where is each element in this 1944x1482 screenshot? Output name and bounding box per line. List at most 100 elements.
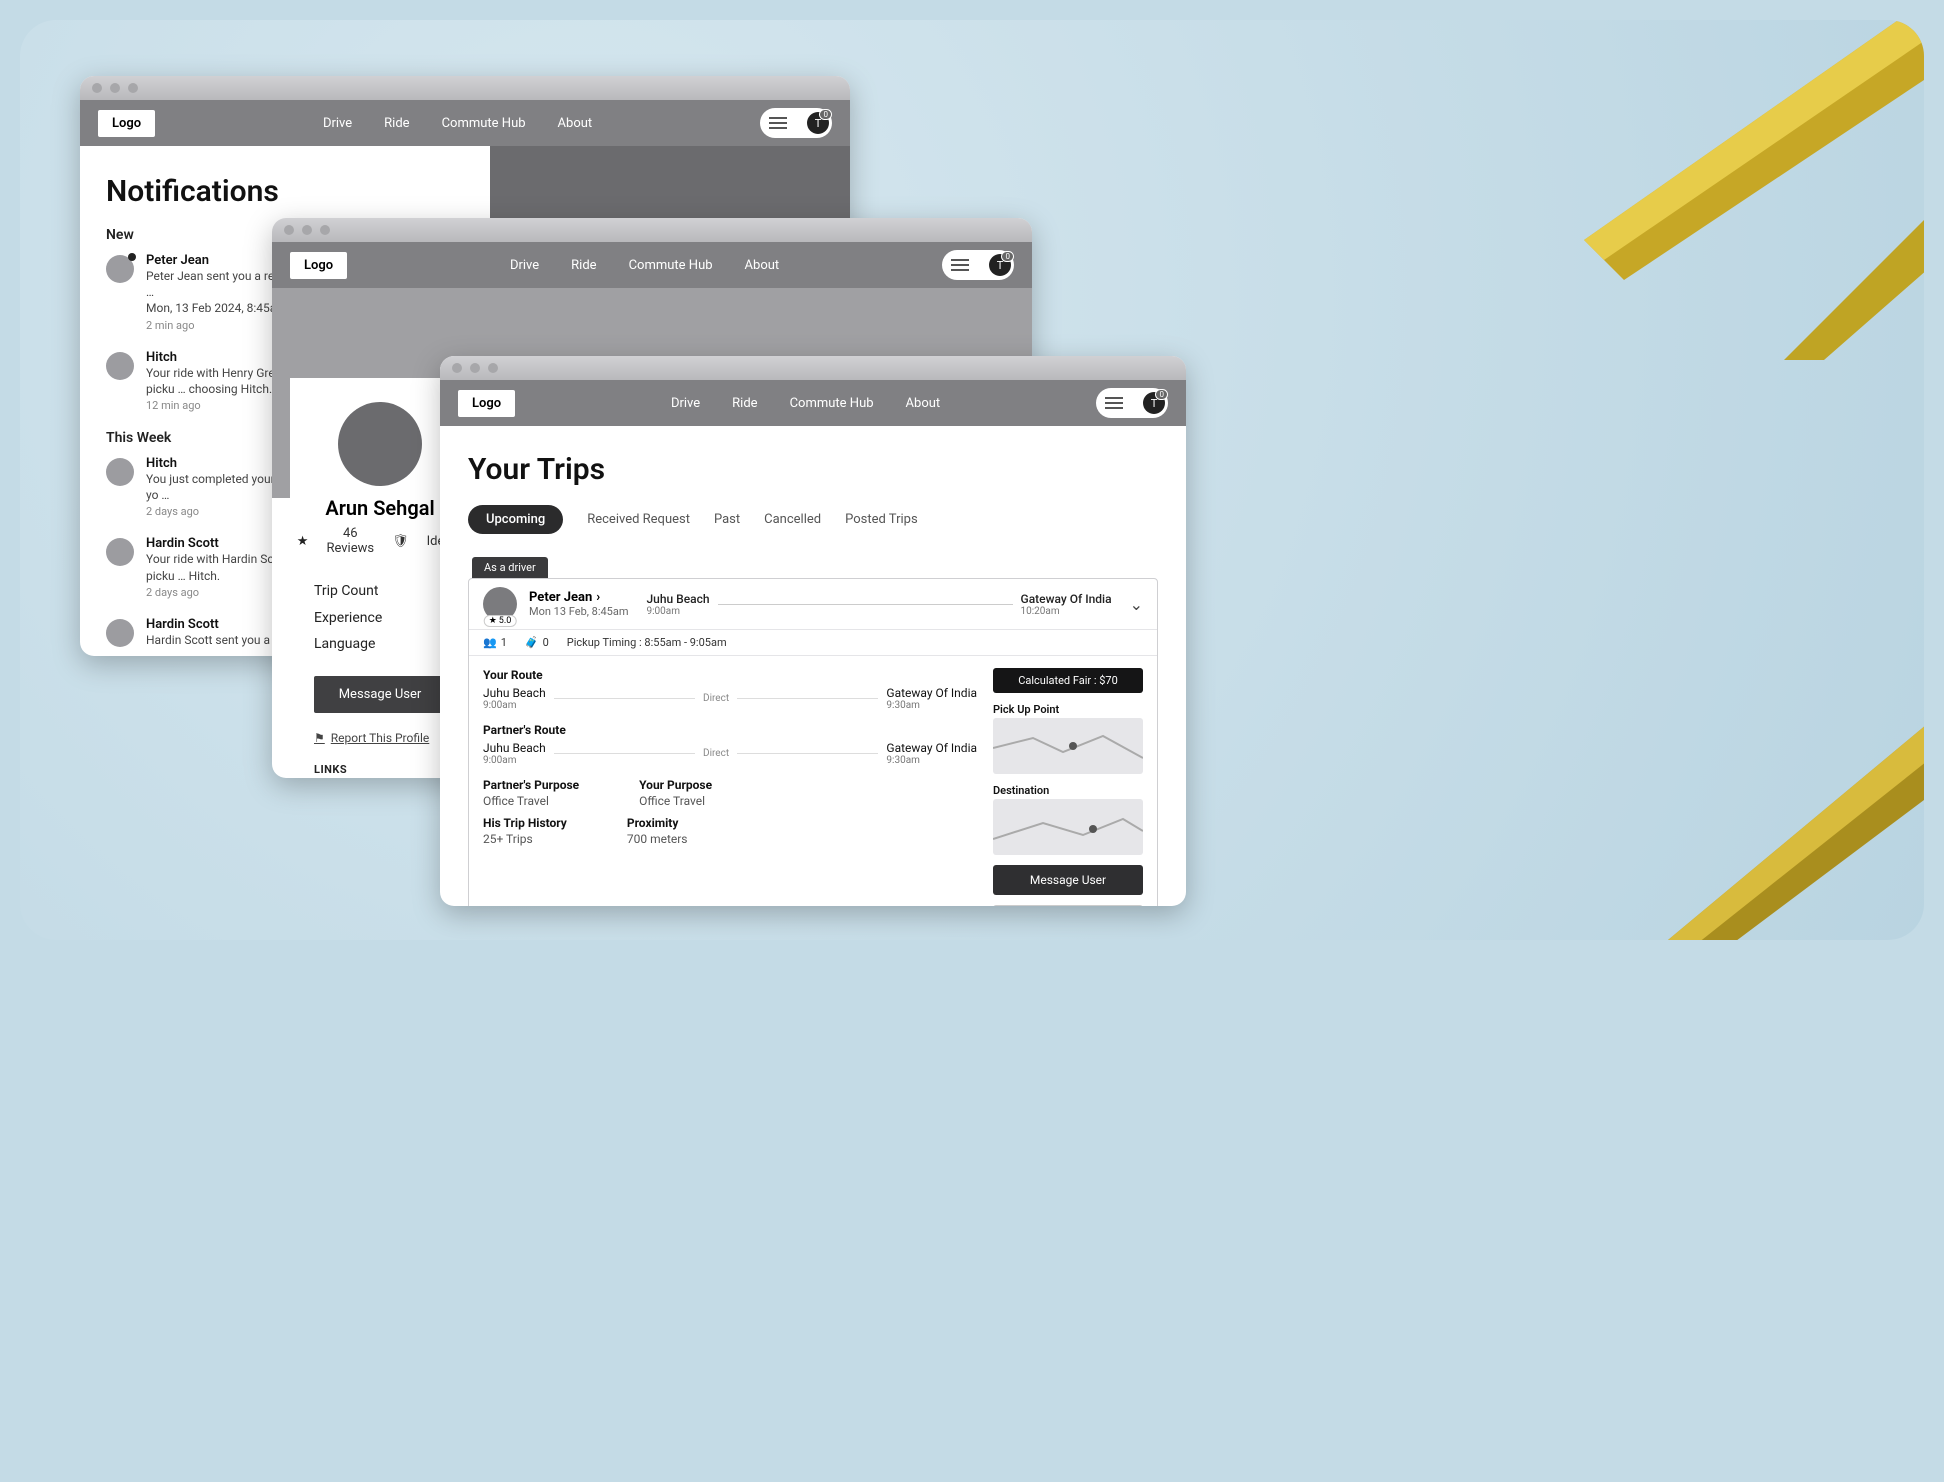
partner-purpose: Office Travel [483,794,579,808]
top-nav: Logo Drive Ride Commute Hub About T0 [272,242,1032,288]
avatar-icon [106,619,134,647]
menu-icon [1105,402,1123,404]
avatar-icon [106,538,134,566]
traffic-light-icon [284,225,294,235]
message-user-button[interactable]: Message User [314,676,446,713]
avatar-icon [106,255,134,283]
cancel-ride-button[interactable]: Cancel Ride↖ [993,905,1143,906]
your-route-label: Your Route [483,668,977,682]
traffic-light-icon [128,83,138,93]
nav-link-about[interactable]: About [558,116,593,131]
account-pill[interactable]: T0 [1096,388,1168,418]
nav-link-ride[interactable]: Ride [571,258,596,273]
logo[interactable]: Logo [290,252,347,279]
proximity: 700 meters [627,832,688,846]
window-titlebar [80,76,850,100]
route-to: Gateway Of India [886,741,977,755]
trip-avatar: ★5.0 [483,587,517,621]
traffic-light-icon [488,363,498,373]
trip-history: 25+ Trips [483,832,567,846]
pickup-timing: Pickup Timing : 8:55am - 9:05am [567,636,727,649]
nav-link-ride[interactable]: Ride [732,396,757,411]
tab-upcoming[interactable]: Upcoming [468,505,563,534]
trip-datetime: Mon 13 Feb, 8:45am [529,605,628,618]
bag-icon: 🧳 [525,636,539,649]
traffic-light-icon [92,83,102,93]
nav-link-drive[interactable]: Drive [323,116,352,131]
traffic-light-icon [470,363,480,373]
nav-links: Drive Ride Commute Hub About [323,116,592,131]
flag-icon: ⚑ [314,731,325,745]
logo[interactable]: Logo [98,110,155,137]
decorative-leaf-icon [1584,660,1924,940]
nav-link-drive[interactable]: Drive [671,396,700,411]
nav-link-about[interactable]: About [906,396,941,411]
tab-cancelled[interactable]: Cancelled [764,512,821,527]
route-to: Gateway Of India [886,686,977,700]
route-to-time: 9:30am [886,700,977,711]
route-from-time: 9:00am [483,755,546,766]
fact-experience: Experience [314,605,446,632]
profile-name: Arun Sehgal [314,496,446,520]
traffic-light-icon [452,363,462,373]
report-profile-link[interactable]: ⚑ Report This Profile [314,731,446,745]
trip-tabs: Upcoming Received Request Past Cancelled… [468,505,1158,534]
calculated-fair: Calculated Fair : $70 [993,668,1143,693]
rating-badge: ★5.0 [484,615,517,627]
avatar-icon [106,352,134,380]
chevron-right-icon: › [596,590,600,605]
nav-link-about[interactable]: About [745,258,780,273]
fact-language: Language [314,631,446,658]
your-purpose-label: Your Purpose [639,778,712,792]
message-user-button[interactable]: Message User [993,865,1143,895]
partner-route-label: Partner's Route [483,723,977,737]
nav-link-commute[interactable]: Commute Hub [629,258,713,273]
menu-icon [951,264,969,266]
to-time: 10:20am [1021,606,1112,617]
shield-icon: 🛡 [392,534,409,549]
pickup-label: Pick Up Point [993,703,1143,716]
people-count: 👥1 [483,636,507,649]
route-from: Juhu Beach [483,686,546,700]
window-trips: Logo Drive Ride Commute Hub About T0 You… [440,356,1186,906]
route-from: Juhu Beach [483,741,546,755]
avatar-icon [106,458,134,486]
tab-received[interactable]: Received Request [587,512,690,527]
trip-card-driver: ★5.0 Peter Jean› Mon 13 Feb, 8:45am Juhu… [468,578,1158,906]
nav-link-drive[interactable]: Drive [510,258,539,273]
profile-avatar [338,402,422,486]
route-direct: Direct [703,748,729,759]
window-titlebar [272,218,1032,242]
nav-link-commute[interactable]: Commute Hub [790,396,874,411]
route-to-time: 9:30am [886,755,977,766]
top-nav: Logo Drive Ride Commute Hub About T0 [80,100,850,146]
account-pill[interactable]: T0 [760,108,832,138]
nav-link-ride[interactable]: Ride [384,116,409,131]
partner-purpose-label: Partner's Purpose [483,778,579,792]
avatar-chip: T0 [1143,392,1165,414]
people-icon: 👥 [483,636,497,649]
route-line [718,604,1013,605]
canvas: Logo Drive Ride Commute Hub About T0 Not… [20,20,1924,940]
page-title: Notifications [106,174,464,209]
reviews-count[interactable]: 46 Reviews [326,526,374,556]
star-icon: ★ [297,534,309,549]
logo[interactable]: Logo [458,390,515,417]
proximity-label: Proximity [627,816,688,830]
page-title: Your Trips [468,452,1158,487]
chevron-down-icon[interactable]: ⌄ [1130,595,1143,614]
destination-map[interactable] [993,799,1143,855]
account-pill[interactable]: T0 [942,250,1014,280]
to-point: Gateway Of India [1021,592,1112,606]
tab-past[interactable]: Past [714,512,740,527]
decorative-leaf-icon [1464,20,1924,360]
pickup-map[interactable] [993,718,1143,774]
tab-posted[interactable]: Posted Trips [845,512,918,527]
profile-facts: Trip Count Experience Language [314,578,446,658]
menu-icon [769,122,787,124]
trip-name[interactable]: Peter Jean› [529,590,628,605]
traffic-light-icon [110,83,120,93]
nav-link-commute[interactable]: Commute Hub [442,116,526,131]
trip-history-label: His Trip History [483,816,567,830]
route-from-time: 9:00am [483,700,546,711]
